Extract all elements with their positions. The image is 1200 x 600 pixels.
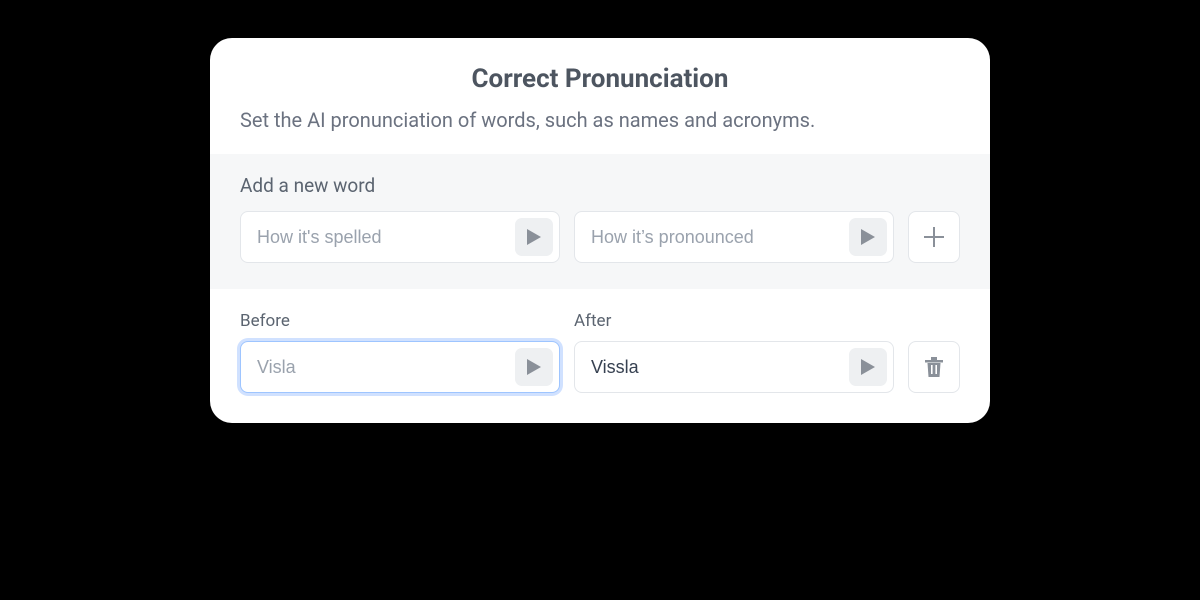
panel-header: Correct Pronunciation Set the AI pronunc…	[210, 38, 990, 154]
before-label: Before	[240, 311, 560, 331]
panel-title: Correct Pronunciation	[240, 64, 960, 94]
after-label: After	[574, 311, 894, 331]
play-before-button[interactable]	[515, 348, 553, 386]
after-column: After	[574, 311, 894, 393]
entries-section: Before After	[210, 289, 990, 423]
add-word-button[interactable]	[908, 211, 960, 263]
pronunciation-panel: Correct Pronunciation Set the AI pronunc…	[210, 38, 990, 423]
play-pronounced-button[interactable]	[849, 218, 887, 256]
delete-entry-button[interactable]	[908, 341, 960, 393]
play-icon	[861, 229, 875, 245]
panel-subtitle: Set the AI pronunciation of words, such …	[240, 108, 960, 132]
play-icon	[527, 229, 541, 245]
plus-icon	[924, 227, 944, 247]
pronounced-input[interactable]	[589, 226, 849, 249]
spelled-input[interactable]	[255, 226, 515, 249]
add-word-section: Add a new word	[210, 154, 990, 289]
add-word-heading: Add a new word	[240, 174, 960, 197]
before-input[interactable]	[255, 356, 515, 379]
play-after-button[interactable]	[849, 348, 887, 386]
play-spelled-button[interactable]	[515, 218, 553, 256]
spelled-input-wrap	[240, 211, 560, 263]
entry-row: Before After	[240, 311, 960, 393]
add-word-row	[240, 211, 960, 263]
play-icon	[527, 359, 541, 375]
play-icon	[861, 359, 875, 375]
pronounced-column	[574, 211, 894, 263]
before-input-wrap	[240, 341, 560, 393]
before-column: Before	[240, 311, 560, 393]
after-input[interactable]	[589, 356, 849, 379]
spelled-column	[240, 211, 560, 263]
trash-icon	[925, 357, 943, 377]
pronounced-input-wrap	[574, 211, 894, 263]
after-input-wrap	[574, 341, 894, 393]
